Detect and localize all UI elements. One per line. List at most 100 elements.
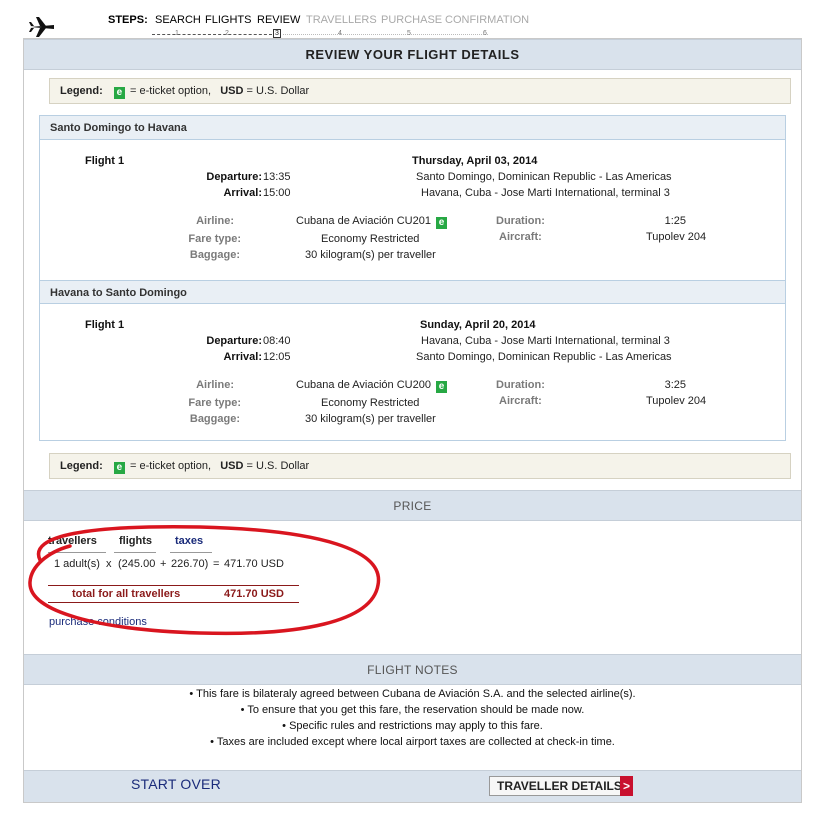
baggage-value: 30 kilogram(s) per traveller	[305, 413, 436, 425]
price-line-total: 471.70 USD	[224, 558, 284, 570]
legend-usd-text: = U.S. Dollar	[246, 460, 310, 472]
legend-usd-text: = U.S. Dollar	[246, 85, 310, 97]
traveller-details-label: TRAVELLER DETAILS	[497, 779, 622, 793]
airline-label: Airline:	[196, 215, 234, 227]
flight-note: • Specific rules and restrictions may ap…	[282, 720, 543, 732]
arrival-time: 12:05	[263, 351, 291, 363]
baggage-value: 30 kilogram(s) per traveller	[305, 249, 436, 261]
price-quantity: 1 adult(s)	[54, 558, 100, 570]
arrival-place: Havana, Cuba - Jose Marti International,…	[421, 187, 670, 199]
legend-top: Legend: e = e-ticket option, USD = U.S. …	[49, 78, 791, 104]
step-number-4: 4	[338, 30, 342, 37]
aircraft-value: Tupolev 204	[646, 231, 707, 243]
price-flights-amount: (245.00	[118, 558, 156, 570]
step-review: REVIEW	[257, 14, 301, 26]
legend-usd-label: USD	[220, 85, 244, 97]
step-search[interactable]: SEARCH	[155, 14, 201, 26]
duration-value: 1:25	[664, 215, 686, 227]
departure-label: Departure:	[206, 335, 262, 347]
arrival-label: Arrival:	[223, 187, 262, 199]
price-col-underline	[170, 552, 212, 553]
aircraft-label: Aircraft:	[499, 395, 542, 407]
airline-name: Cubana de Aviación CU200	[296, 379, 431, 391]
step-number-6: 6	[483, 30, 487, 37]
legend-label: Legend:	[60, 85, 103, 97]
departure-time: 13:35	[263, 171, 291, 183]
flight-label: Flight 1	[85, 155, 125, 167]
step-number-5: 5	[407, 30, 411, 37]
eticket-icon: e	[436, 381, 448, 393]
price-col-travellers: travellers	[48, 535, 97, 547]
price-col-underline	[114, 552, 156, 553]
price-times: x	[106, 558, 112, 570]
arrival-time: 15:00	[263, 187, 291, 199]
step-travellers: TRAVELLERS	[306, 14, 377, 26]
price-equals: =	[213, 558, 220, 570]
price-col-underline	[48, 552, 106, 553]
price-total-row: total for all travellers 471.70 USD	[48, 585, 299, 603]
departure-place: Havana, Cuba - Jose Marti International,…	[421, 335, 670, 347]
price-col-taxes: taxes	[175, 535, 204, 547]
arrival-place: Santo Domingo, Dominican Republic - Las …	[416, 351, 672, 363]
purchase-conditions-link[interactable]: purchase conditions	[49, 616, 147, 628]
start-over-link[interactable]: START OVER	[131, 776, 221, 792]
legend-label: Legend:	[60, 460, 103, 472]
fare-type-value: Economy Restricted	[321, 233, 420, 245]
aircraft-label: Aircraft:	[499, 231, 542, 243]
fare-type-value: Economy Restricted	[321, 397, 420, 409]
flight-note: • Taxes are included except where local …	[210, 736, 615, 748]
flight-label: Flight 1	[85, 319, 125, 331]
airline-name: Cubana de Aviación CU201	[296, 215, 431, 227]
duration-value: 3:25	[664, 379, 686, 391]
airline-value: Cubana de Aviación CU201 e	[296, 215, 449, 229]
price-taxes-amount: 226.70)	[171, 558, 209, 570]
itinerary-panel: Santo Domingo to Havana Flight 1 Thursda…	[39, 115, 786, 441]
page-title: REVIEW YOUR FLIGHT DETAILS	[24, 39, 801, 70]
airline-value: Cubana de Aviación CU200 e	[296, 379, 449, 393]
departure-label: Departure:	[206, 171, 262, 183]
step-number-2: 2	[225, 30, 229, 37]
duration-label: Duration:	[496, 379, 545, 391]
legend-e-text: = e-ticket option,	[130, 85, 212, 97]
eticket-icon: e	[113, 87, 125, 99]
steps-remaining-line	[283, 34, 488, 35]
eticket-icon: e	[113, 462, 125, 474]
departure-time: 08:40	[263, 335, 291, 347]
price-total-value: 471.70 USD	[224, 588, 284, 600]
departure-place: Santo Domingo, Dominican Republic - Las …	[416, 171, 672, 183]
steps-progress-line	[152, 34, 272, 35]
flight-date: Thursday, April 03, 2014	[412, 155, 538, 167]
price-col-flights: flights	[119, 535, 152, 547]
price-plus: +	[160, 558, 167, 570]
price-total-label: total for all travellers	[72, 588, 181, 600]
step-flights[interactable]: FLIGHTS	[205, 14, 251, 26]
steps-label: STEPS:	[108, 14, 148, 26]
legend-usd-label: USD	[220, 460, 244, 472]
airplane-logo-icon	[29, 17, 54, 37]
segment-route-header: Havana to Santo Domingo	[40, 280, 785, 304]
fare-type-label: Fare type:	[188, 233, 241, 245]
arrival-label: Arrival:	[223, 351, 262, 363]
price-section-header: PRICE	[24, 490, 801, 521]
next-arrow-icon: >	[620, 776, 633, 796]
flight-notes-list: • This fare is bilateraly agreed between…	[24, 686, 801, 750]
flight-note: • This fare is bilateraly agreed between…	[189, 688, 636, 700]
fare-type-label: Fare type:	[188, 397, 241, 409]
airline-label: Airline:	[196, 379, 234, 391]
step-number-current: 3	[273, 29, 281, 38]
legend-e-text: = e-ticket option,	[130, 460, 212, 472]
eticket-icon: e	[436, 217, 448, 229]
traveller-details-button[interactable]: TRAVELLER DETAILS >	[489, 776, 633, 796]
flight-notes-header: FLIGHT NOTES	[24, 654, 801, 685]
baggage-label: Baggage:	[189, 249, 240, 261]
legend-bottom: Legend: e = e-ticket option, USD = U.S. …	[49, 453, 791, 479]
aircraft-value: Tupolev 204	[646, 395, 707, 407]
segment-route-header: Santo Domingo to Havana	[40, 116, 785, 140]
step-confirmation: CONFIRMATION	[445, 14, 530, 26]
step-purchase: PURCHASE	[381, 14, 443, 26]
baggage-label: Baggage:	[189, 413, 240, 425]
duration-label: Duration:	[496, 215, 545, 227]
step-number-1: 1	[175, 30, 179, 37]
flight-note: • To ensure that you get this fare, the …	[240, 704, 585, 716]
flight-date: Sunday, April 20, 2014	[420, 319, 536, 331]
